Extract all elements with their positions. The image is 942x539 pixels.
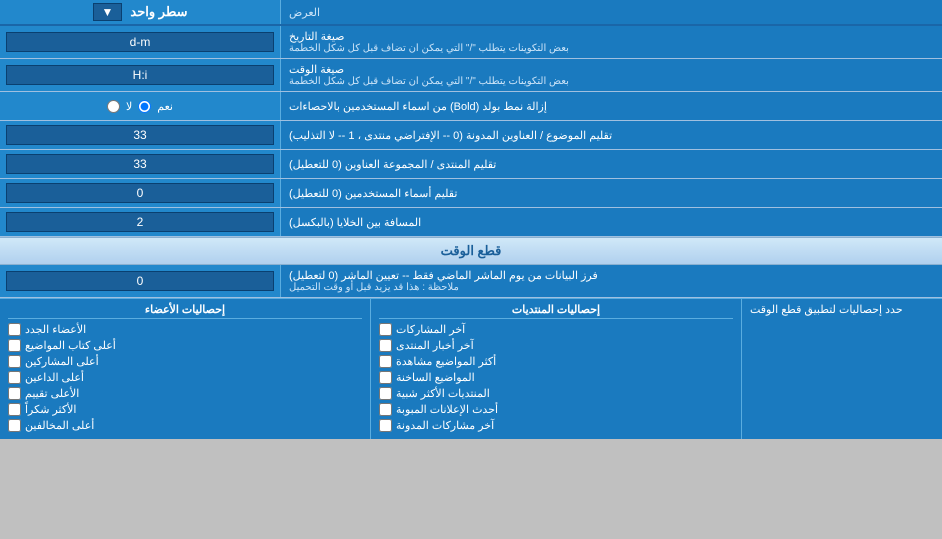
time-format-input[interactable] <box>6 65 274 85</box>
checkbox-aadaa-jodod[interactable] <box>8 323 21 336</box>
topic-order-input[interactable] <box>6 125 274 145</box>
list-item: أعلى المشاركين <box>8 355 362 368</box>
middle-col-header: إحصاليات المنتديات <box>379 303 733 319</box>
bottom-right-label: حدد إحصاليات لتطبيق قطع الوقت <box>750 303 903 316</box>
page-title: سطر واحد <box>130 4 187 20</box>
time-cut-input[interactable] <box>6 271 274 291</box>
date-format-label: صيغة التاريخ <box>289 30 344 43</box>
time-cut-label: فرز البيانات من يوم الماشر الماضي فقط --… <box>289 269 598 282</box>
topic-order-label: تقليم الموضوع / العناوين المدونة (0 -- ا… <box>289 129 612 142</box>
list-item: الأعلى تقييم <box>8 387 362 400</box>
list-item: أحدث الإعلانات المبوبة <box>379 403 733 416</box>
list-item: أعلى المخالفين <box>8 419 362 432</box>
checkbox-aala-daen[interactable] <box>8 371 21 384</box>
list-item: المواضيع الساخنة <box>379 371 733 384</box>
forum-order-input[interactable] <box>6 154 274 174</box>
checkbox-aala-kotab[interactable] <box>8 339 21 352</box>
checkbox-mowadee-sakhina[interactable] <box>379 371 392 384</box>
checkbox-akhir-madawana[interactable] <box>379 419 392 432</box>
list-item: آخر أخبار المنتدى <box>379 339 733 352</box>
checkbox-aala-mosharkin[interactable] <box>8 355 21 368</box>
checkbox-akthar-mowadee[interactable] <box>379 355 392 368</box>
section-time-header: قطع الوقت <box>0 237 942 265</box>
forum-order-label: تقليم المنتدى / المجموعة العناوين (0 للت… <box>289 158 496 171</box>
left-col-header: إحصاليات الأعضاء <box>8 303 362 319</box>
list-item: الأعضاء الجدد <box>8 323 362 336</box>
time-format-sublabel: بعض التكوينات يتطلب "/" التي يمكن ان تضا… <box>289 76 569 87</box>
bold-yes-radio[interactable] <box>138 100 151 113</box>
bold-remove-options: نعم لا <box>107 100 173 113</box>
date-format-input[interactable] <box>6 32 274 52</box>
checkbox-akhbar-montada[interactable] <box>379 339 392 352</box>
list-item: الأكثر شكراً <box>8 403 362 416</box>
cell-distance-label: المسافة بين الخلايا (بالبكسل) <box>289 216 421 229</box>
checkbox-akthar-shukran[interactable] <box>8 403 21 416</box>
username-trim-input[interactable] <box>6 183 274 203</box>
checkbox-akhir-mosharkaat[interactable] <box>379 323 392 336</box>
list-item: آخر المشاركات <box>379 323 733 336</box>
cell-distance-input[interactable] <box>6 212 274 232</box>
bold-no-radio[interactable] <box>107 100 120 113</box>
list-item: المنتديات الأكثر شبية <box>379 387 733 400</box>
section-label: العرض <box>289 6 320 19</box>
time-cut-note: ملاحظة : هذا قد يزيد قبل أو وقت التحميل <box>289 282 459 293</box>
bold-remove-label: إزالة نمط بولد (Bold) من اسماء المستخدمي… <box>289 100 547 113</box>
list-item: أكثر المواضيع مشاهدة <box>379 355 733 368</box>
bold-no-label: لا <box>126 100 132 113</box>
checkbox-aala-taqeem[interactable] <box>8 387 21 400</box>
dropdown-button[interactable]: ▼ <box>93 3 123 21</box>
checkbox-montadyat-akthar[interactable] <box>379 387 392 400</box>
checkbox-aala-mokhalf[interactable] <box>8 419 21 432</box>
list-item: أعلى الداعين <box>8 371 362 384</box>
date-format-sublabel: بعض التكوينات يتطلب "/" التي يمكن ان تضا… <box>289 43 569 54</box>
checkbox-ahdath-ilan[interactable] <box>379 403 392 416</box>
time-format-label: صيغة الوقت <box>289 63 344 76</box>
username-trim-label: تقليم أسماء المستخدمين (0 للتعطيل) <box>289 187 457 200</box>
list-item: آخر مشاركات المدونة <box>379 419 733 432</box>
bold-yes-label: نعم <box>157 100 173 113</box>
list-item: أعلى كتاب المواضيع <box>8 339 362 352</box>
